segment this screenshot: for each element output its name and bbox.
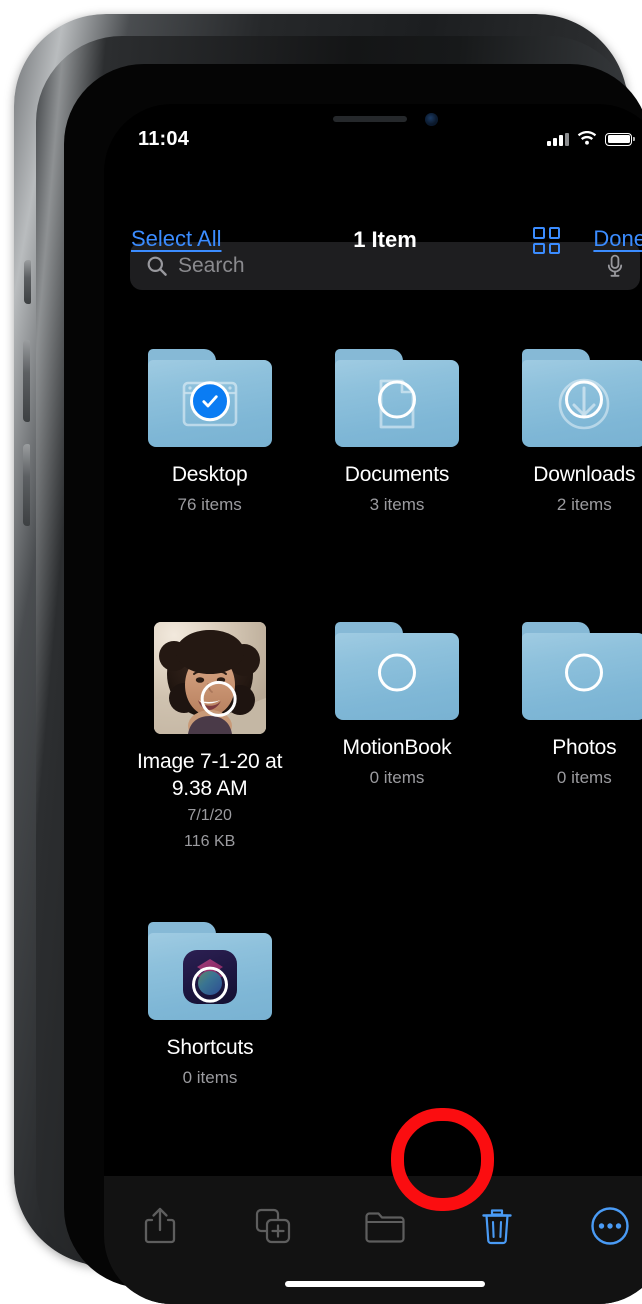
checkmark-icon	[202, 395, 218, 408]
file-item-photos[interactable]: Photos 0 items	[503, 622, 642, 854]
phone-bezel: 11:04 Select All 1 Item Done Search Desk…	[64, 64, 642, 1304]
screenshot-stage: 11:04 Select All 1 Item Done Search Desk…	[0, 0, 642, 1304]
status-bar-indicators	[547, 131, 635, 147]
folder-art	[334, 349, 459, 447]
file-name: Desktop	[171, 463, 248, 486]
file-meta: 2 items	[556, 495, 612, 514]
home-indicator[interactable]	[285, 1281, 485, 1287]
wifi-icon	[577, 131, 597, 145]
folder-art	[334, 622, 459, 720]
earpiece-speaker-icon	[332, 116, 407, 122]
new-folder-button	[329, 1196, 441, 1256]
trash-icon	[482, 1209, 513, 1245]
file-name: Downloads	[533, 463, 636, 486]
mute-switch-button[interactable]	[24, 260, 31, 304]
folder-art	[522, 622, 642, 720]
device-notch	[279, 104, 491, 134]
phone-frame-mid: 11:04 Select All 1 Item Done Search Desk…	[36, 36, 642, 1304]
status-bar-clock: 11:04	[138, 127, 190, 150]
file-name: Documents	[344, 463, 450, 486]
file-meta: 3 items	[369, 495, 425, 514]
selection-circle-badge[interactable]	[200, 680, 237, 717]
file-item-desktop[interactable]: Desktop 76 items	[128, 349, 291, 517]
selection-checkmark-badge[interactable]	[189, 381, 230, 422]
file-name: Image 7-1-20 at 9.38 AM	[137, 750, 283, 800]
phone-screen: 11:04 Select All 1 Item Done Search Desk…	[104, 104, 642, 1304]
file-meta-date: 7/1/20	[187, 807, 232, 824]
battery-icon	[605, 132, 635, 146]
file-meta: 76 items	[177, 495, 242, 514]
file-name: Shortcuts	[166, 1036, 254, 1059]
selection-circle-badge[interactable]	[565, 653, 604, 692]
selection-circle-badge[interactable]	[377, 653, 416, 692]
file-meta: 0 items	[369, 768, 425, 787]
file-meta-size: 116 KB	[184, 833, 236, 850]
file-grid-row: Shortcuts 0 items	[104, 922, 642, 1090]
photo-art	[153, 622, 266, 734]
file-meta: 0 items	[182, 1068, 238, 1087]
file-item-downloads[interactable]: Downloads 2 items	[503, 349, 642, 517]
new-folder-icon	[365, 1212, 405, 1243]
selection-circle-badge[interactable]	[565, 380, 604, 419]
photo-thumbnail	[153, 622, 266, 734]
share-icon	[145, 1207, 176, 1244]
file-grid: Desktop 76 items Documents 3 items Downl…	[104, 304, 642, 1176]
duplicate-button	[216, 1196, 328, 1256]
share-button	[104, 1196, 216, 1256]
folder-art	[522, 349, 642, 447]
folder-art	[148, 922, 272, 1020]
duplicate-icon	[255, 1208, 290, 1244]
file-meta: 0 items	[556, 768, 612, 787]
file-item-image[interactable]: Image 7-1-20 at 9.38 AM 7/1/20 116 KB	[128, 622, 291, 854]
navigation-bar: Select All 1 Item Done	[104, 220, 642, 268]
done-button[interactable]: Done	[593, 226, 642, 252]
bottom-toolbar	[104, 1176, 642, 1304]
signal-bars-icon	[547, 132, 569, 146]
selection-circle-badge[interactable]	[377, 380, 416, 419]
file-name: MotionBook	[342, 736, 452, 759]
more-button[interactable]	[554, 1196, 642, 1256]
file-grid-row: Desktop 76 items Documents 3 items Downl…	[104, 349, 642, 517]
more-ellipsis-icon	[591, 1207, 629, 1245]
delete-button[interactable]	[441, 1196, 553, 1256]
file-item-motionbook[interactable]: MotionBook 0 items	[315, 622, 478, 854]
volume-up-button[interactable]	[23, 340, 30, 422]
page-title: 1 Item	[353, 227, 417, 252]
file-grid-row: Image 7-1-20 at 9.38 AM 7/1/20 116 KB Mo…	[104, 622, 642, 854]
selection-circle-badge[interactable]	[192, 966, 228, 1003]
file-name: Photos	[552, 736, 617, 759]
grid-view-icon[interactable]	[533, 227, 560, 254]
folder-art	[147, 349, 272, 447]
file-item-documents[interactable]: Documents 3 items	[315, 349, 478, 517]
file-item-shortcuts[interactable]: Shortcuts 0 items	[128, 922, 292, 1090]
front-camera-icon	[424, 112, 438, 126]
phone-frame-outer: 11:04 Select All 1 Item Done Search Desk…	[14, 14, 642, 1304]
volume-down-button[interactable]	[23, 444, 30, 526]
